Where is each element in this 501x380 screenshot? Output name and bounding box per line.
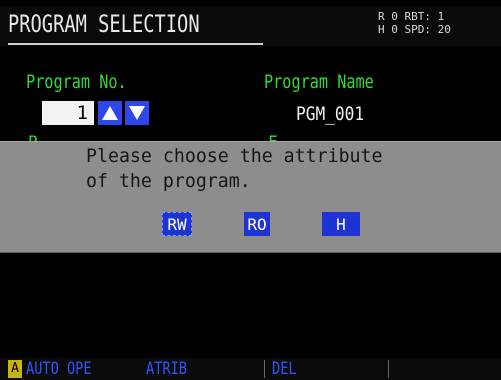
status-row-2: H 0 SPD: 20 [378, 23, 451, 36]
status-row-1: R 0 RBT: 1 [378, 10, 445, 23]
rw-button[interactable]: RW [162, 212, 192, 236]
fn-separator [264, 360, 265, 378]
mode-indicator: A [8, 360, 22, 378]
triangle-up-icon [102, 106, 118, 120]
triangle-down-icon [129, 106, 145, 120]
program-number-label: Program No. [26, 71, 127, 93]
function-key-bar: A AUTO OPE ATRIB DEL [0, 358, 501, 380]
screen-title: PROGRAM SELECTION [8, 10, 200, 38]
teach-pendant-screen: PROGRAM SELECTION R 0 RBT: 1 H 0 SPD: 20… [0, 0, 501, 380]
increment-button[interactable] [98, 101, 122, 125]
auto-open-key[interactable]: AUTO OPE [26, 359, 92, 379]
dialog-message-line-2: of the program. [86, 170, 251, 192]
ro-button[interactable]: RO [244, 212, 270, 236]
status-indicators: R 0 RBT: 1 H 0 SPD: 20 [378, 10, 488, 40]
attribute-dialog: Please choose the attribute of the progr… [0, 141, 501, 253]
title-underline [8, 43, 263, 45]
fn-separator [388, 360, 389, 378]
program-name-value: PGM_001 [296, 103, 365, 125]
title-bar: PROGRAM SELECTION R 0 RBT: 1 H 0 SPD: 20 [0, 6, 501, 46]
program-number-input[interactable]: 1 [42, 101, 94, 125]
atrib-key[interactable]: ATRIB [146, 359, 187, 379]
h-button[interactable]: H [322, 212, 360, 236]
program-name-label: Program Name [264, 71, 374, 93]
dialog-message-line-1: Please choose the attribute [86, 145, 383, 167]
del-key[interactable]: DEL [272, 359, 297, 379]
decrement-button[interactable] [125, 101, 149, 125]
